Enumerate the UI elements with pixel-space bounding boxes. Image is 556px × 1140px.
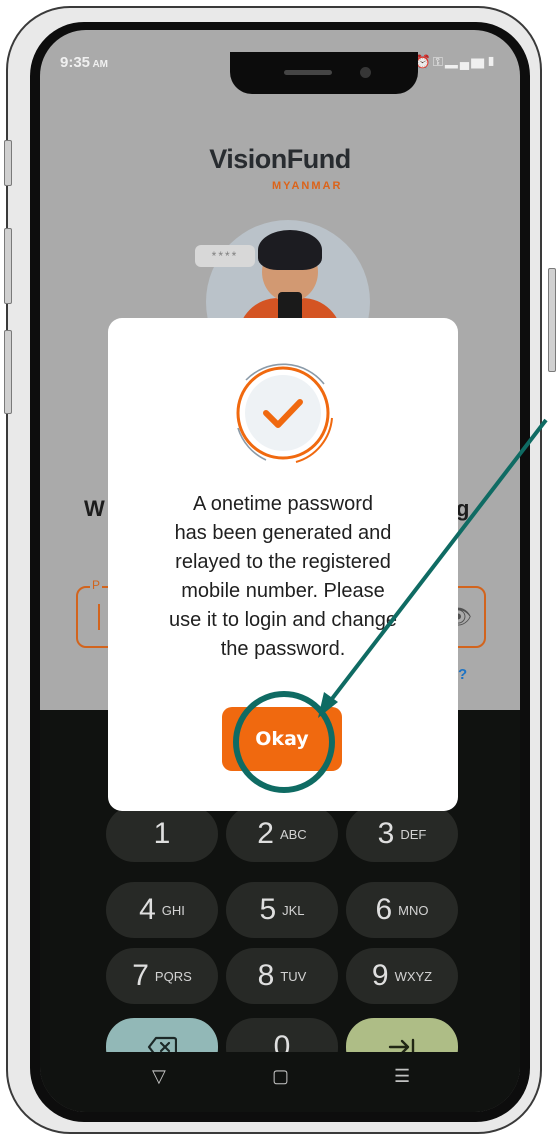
dialog-message: A onetime password has been generated an…	[169, 493, 397, 660]
okay-button[interactable]: Okay	[222, 707, 342, 771]
side-button-mute	[4, 140, 12, 186]
side-button-power	[548, 268, 556, 372]
phone-screen: 9:35 AM ⏰⚿▂▄▆▮ VisionFund MYANMAR **** W…	[40, 30, 520, 1112]
otp-dialog: A onetime password has been generated an…	[108, 318, 458, 811]
check-circle-icon	[236, 363, 333, 463]
side-button-volume-down	[4, 330, 12, 414]
side-button-volume-up	[4, 228, 12, 304]
